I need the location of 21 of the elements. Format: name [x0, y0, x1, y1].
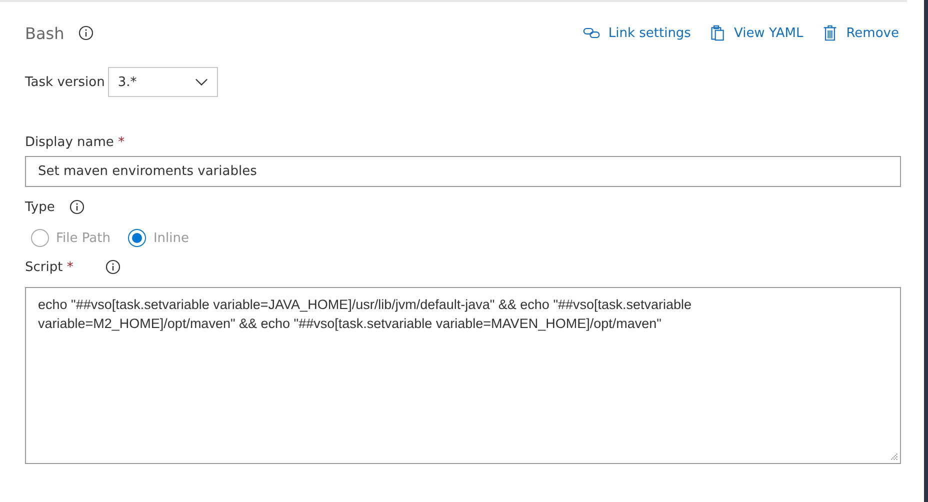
- field-label: Type: [25, 200, 55, 214]
- field-label: Display name *: [25, 135, 126, 150]
- task-title: Bash: [25, 24, 64, 42]
- remove-link[interactable]: Remove: [821, 25, 899, 41]
- display-name-field[interactable]: Set maven enviroments variables: [25, 156, 901, 187]
- clipboard-icon[interactable]: [708, 25, 727, 41]
- field-label: Task version: [25, 74, 105, 90]
- radio-option[interactable]: Inline: [128, 229, 189, 247]
- chevron-down-icon[interactable]: [194, 78, 208, 86]
- info-icon[interactable]: [105, 259, 122, 275]
- field-label: Script *: [25, 260, 74, 274]
- link-icon[interactable]: [583, 25, 602, 41]
- scroll-bar[interactable]: [924, 0, 928, 502]
- link-settings-link[interactable]: Link settings: [583, 25, 691, 41]
- script-field[interactable]: echo "##vso[task.setvariable variable=JAVA_HOME]/usr/lib/jvm/default-java" && echo "##vso[task.setvariable variable=M2_HOME]/opt/maven" && echo "##vso[task.setvariable variable=MAVEN_HOME]/opt/maven": [25, 287, 901, 464]
- info-icon[interactable]: [68, 199, 85, 215]
- info-icon[interactable]: [78, 25, 94, 41]
- resize-handle-icon[interactable]: [889, 452, 898, 461]
- radio-option[interactable]: File Path: [31, 229, 110, 247]
- view-yaml-link[interactable]: View YAML: [708, 25, 804, 41]
- version-dropdown[interactable]: 3.*: [108, 67, 218, 97]
